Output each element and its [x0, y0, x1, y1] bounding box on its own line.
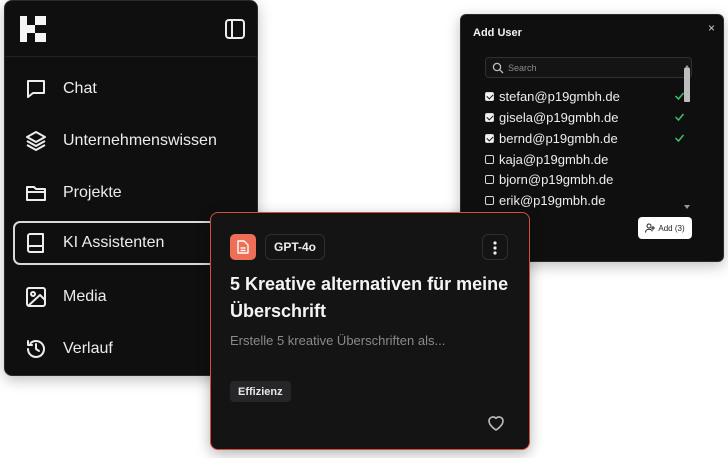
- heart-icon[interactable]: [486, 413, 506, 433]
- sidebar-item-label: Verlauf: [63, 340, 113, 357]
- user-plus-icon: [645, 223, 656, 233]
- sidebar-header: [5, 1, 257, 57]
- user-email: erik@p19gmbh.de: [499, 193, 606, 208]
- search-input[interactable]: [508, 60, 688, 75]
- more-vertical-icon: [493, 241, 497, 255]
- sidebar-item-label: KI Assistenten: [63, 234, 165, 251]
- add-button-label: Add (3): [658, 223, 685, 233]
- layers-icon: [26, 131, 46, 151]
- card-description: Erstelle 5 kreative Überschriften als...: [230, 333, 446, 348]
- book-icon: [27, 233, 44, 253]
- history-icon: [27, 340, 45, 358]
- user-checkbox[interactable]: [485, 113, 494, 122]
- user-checkbox[interactable]: [485, 155, 494, 164]
- user-checkbox[interactable]: [485, 92, 494, 101]
- user-row[interactable]: kaja@p19gmbh.de: [485, 152, 685, 168]
- search-field: [485, 57, 692, 78]
- search-icon: [492, 62, 504, 74]
- scrollbar-thumb[interactable]: [684, 68, 690, 102]
- sidebar-item-projekte[interactable]: Projekte: [13, 171, 249, 215]
- sidebar-item-chat[interactable]: Chat: [13, 67, 249, 111]
- dialog-title: Add User: [473, 27, 522, 39]
- image-icon: [26, 287, 46, 307]
- folder-icon: [26, 186, 46, 201]
- document-icon: [230, 234, 256, 260]
- user-row[interactable]: bjorn@p19gmbh.de: [485, 172, 685, 188]
- sidebar-item-unternehmenswissen[interactable]: Unternehmenswissen: [13, 119, 249, 163]
- user-email: bernd@p19gmbh.de: [499, 131, 618, 146]
- user-row[interactable]: gisela@p19gmbh.de: [485, 110, 685, 126]
- user-email: bjorn@p19gmbh.de: [499, 172, 614, 187]
- sidebar-item-label: Projekte: [63, 184, 122, 201]
- user-checkbox[interactable]: [485, 175, 494, 184]
- user-checkbox[interactable]: [485, 134, 494, 143]
- sidebar-item-label: Media: [63, 288, 107, 305]
- chat-bubble-icon: [27, 80, 45, 98]
- user-email: gisela@p19gmbh.de: [499, 110, 619, 125]
- user-checkbox[interactable]: [485, 196, 494, 205]
- user-email: kaja@p19gmbh.de: [499, 152, 609, 167]
- assistant-card[interactable]: GPT-4o 5 Kreative alternativen für meine…: [210, 212, 530, 450]
- category-tag: Effizienz: [230, 381, 291, 402]
- user-email: stefan@p19gmbh.de: [499, 89, 620, 104]
- user-row[interactable]: bernd@p19gmbh.de: [485, 131, 685, 147]
- brand-logo-icon[interactable]: [20, 16, 46, 42]
- user-row[interactable]: stefan@p19gmbh.de: [485, 89, 685, 105]
- close-icon[interactable]: ×: [708, 21, 715, 35]
- add-users-button[interactable]: Add (3): [638, 217, 692, 239]
- card-title: 5 Kreative alternativen für meine Übersc…: [230, 274, 509, 321]
- sidebar-item-label: Unternehmenswissen: [63, 132, 217, 149]
- model-badge: GPT-4o: [265, 234, 326, 260]
- user-row[interactable]: erik@p19gmbh.de: [485, 193, 685, 209]
- more-options-button[interactable]: [482, 234, 508, 260]
- sidebar-toggle-icon[interactable]: [224, 18, 246, 40]
- sidebar-item-label: Chat: [63, 80, 97, 97]
